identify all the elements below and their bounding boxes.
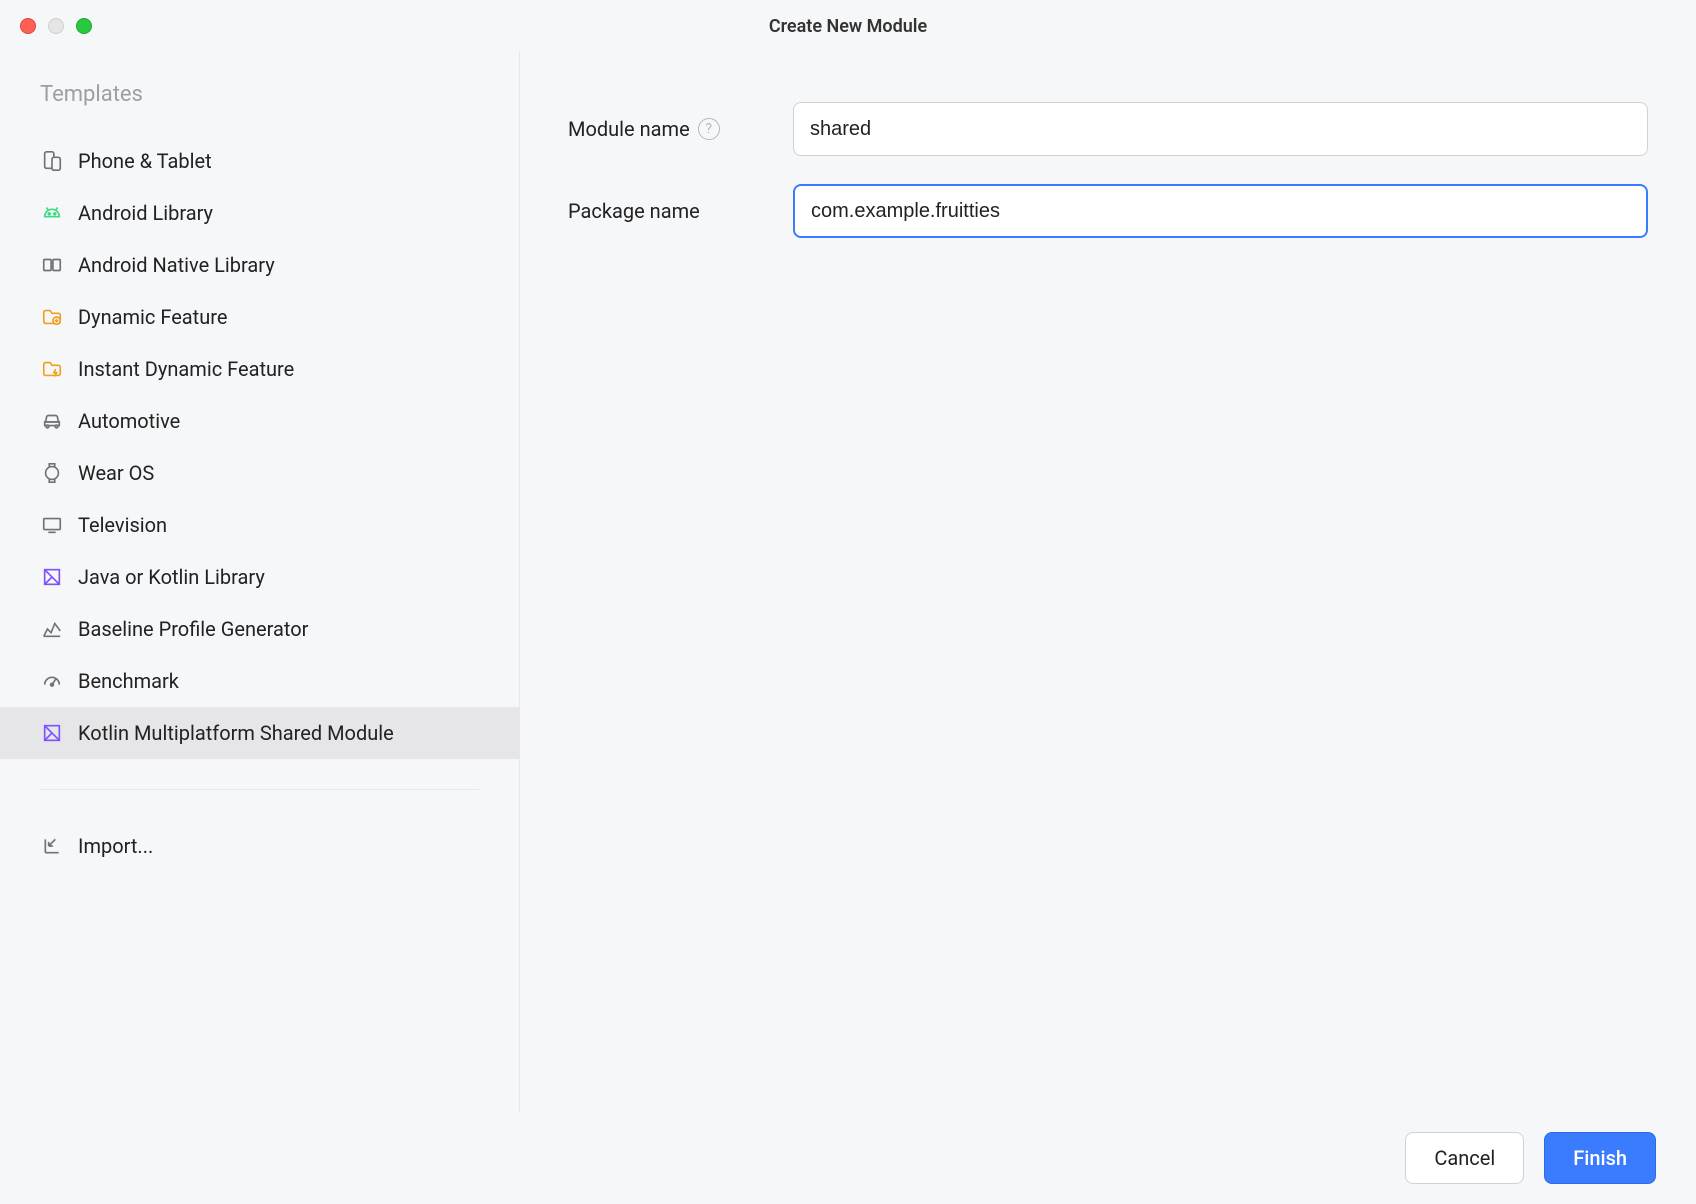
template-item-native-lib[interactable]: Android Native Library bbox=[0, 239, 519, 291]
template-item-label: Television bbox=[78, 513, 167, 537]
module-name-label-cell: Module name ? bbox=[568, 117, 793, 141]
sidebar-heading: Templates bbox=[0, 82, 519, 135]
template-item-label: Kotlin Multiplatform Shared Module bbox=[78, 721, 394, 745]
titlebar: Create New Module bbox=[0, 0, 1696, 52]
close-window-button[interactable] bbox=[20, 18, 36, 34]
benchmark-icon bbox=[40, 669, 64, 693]
cancel-button[interactable]: Cancel bbox=[1405, 1132, 1524, 1184]
import-label: Import... bbox=[78, 834, 153, 858]
kmp-shared-icon bbox=[40, 721, 64, 745]
template-item-label: Android Native Library bbox=[78, 253, 275, 277]
template-item-label: Wear OS bbox=[78, 461, 154, 485]
television-icon bbox=[40, 513, 64, 537]
module-name-input[interactable] bbox=[793, 102, 1648, 156]
instant-dynamic-icon bbox=[40, 357, 64, 381]
template-item-kmp-shared[interactable]: Kotlin Multiplatform Shared Module bbox=[0, 707, 519, 759]
help-icon[interactable]: ? bbox=[698, 118, 720, 140]
template-item-phone-tablet[interactable]: Phone & Tablet bbox=[0, 135, 519, 187]
template-item-baseline-profile[interactable]: Baseline Profile Generator bbox=[0, 603, 519, 655]
module-name-row: Module name ? bbox=[568, 102, 1648, 156]
dialog-window: Create New Module Templates Phone & Tabl… bbox=[0, 0, 1696, 1204]
template-item-android-lib[interactable]: Android Library bbox=[0, 187, 519, 239]
template-list: Phone & Tablet Android Library Android Nat… bbox=[0, 135, 519, 759]
template-item-wear-os[interactable]: Wear OS bbox=[0, 447, 519, 499]
template-item-label: Dynamic Feature bbox=[78, 305, 227, 329]
module-name-label: Module name bbox=[568, 117, 690, 141]
sidebar-divider bbox=[40, 789, 479, 790]
form-panel: Module name ? Package name bbox=[520, 52, 1696, 1112]
template-item-television[interactable]: Television bbox=[0, 499, 519, 551]
maximize-window-button[interactable] bbox=[76, 18, 92, 34]
template-item-benchmark[interactable]: Benchmark bbox=[0, 655, 519, 707]
template-item-label: Automotive bbox=[78, 409, 180, 433]
wear-os-icon bbox=[40, 461, 64, 485]
package-name-input[interactable] bbox=[793, 184, 1648, 238]
templates-sidebar: Templates Phone & Tablet Android Library A… bbox=[0, 52, 520, 1112]
template-item-instant-dynamic[interactable]: Instant Dynamic Feature bbox=[0, 343, 519, 395]
package-name-label: Package name bbox=[568, 199, 700, 223]
phone-tablet-icon bbox=[40, 149, 64, 173]
template-item-kotlin-lib[interactable]: Java or Kotlin Library bbox=[0, 551, 519, 603]
kotlin-lib-icon bbox=[40, 565, 64, 589]
template-item-label: Benchmark bbox=[78, 669, 179, 693]
template-item-automotive[interactable]: Automotive bbox=[0, 395, 519, 447]
template-item-label: Java or Kotlin Library bbox=[78, 565, 265, 589]
import-item[interactable]: Import... bbox=[0, 820, 519, 872]
dialog-footer: Cancel Finish bbox=[0, 1112, 1696, 1204]
automotive-icon bbox=[40, 409, 64, 433]
dialog-body: Templates Phone & Tablet Android Library A… bbox=[0, 52, 1696, 1112]
import-icon bbox=[40, 834, 64, 858]
finish-button[interactable]: Finish bbox=[1544, 1132, 1656, 1184]
native-lib-icon bbox=[40, 253, 64, 277]
window-title: Create New Module bbox=[0, 16, 1696, 37]
android-lib-icon bbox=[40, 201, 64, 225]
template-item-dynamic-feature[interactable]: Dynamic Feature bbox=[0, 291, 519, 343]
dynamic-feature-icon bbox=[40, 305, 64, 329]
template-item-label: Phone & Tablet bbox=[78, 149, 212, 173]
window-controls bbox=[20, 18, 92, 34]
template-item-label: Instant Dynamic Feature bbox=[78, 357, 294, 381]
baseline-profile-icon bbox=[40, 617, 64, 641]
template-item-label: Baseline Profile Generator bbox=[78, 617, 308, 641]
template-item-label: Android Library bbox=[78, 201, 213, 225]
minimize-window-button[interactable] bbox=[48, 18, 64, 34]
package-name-row: Package name bbox=[568, 184, 1648, 238]
package-name-label-cell: Package name bbox=[568, 199, 793, 223]
